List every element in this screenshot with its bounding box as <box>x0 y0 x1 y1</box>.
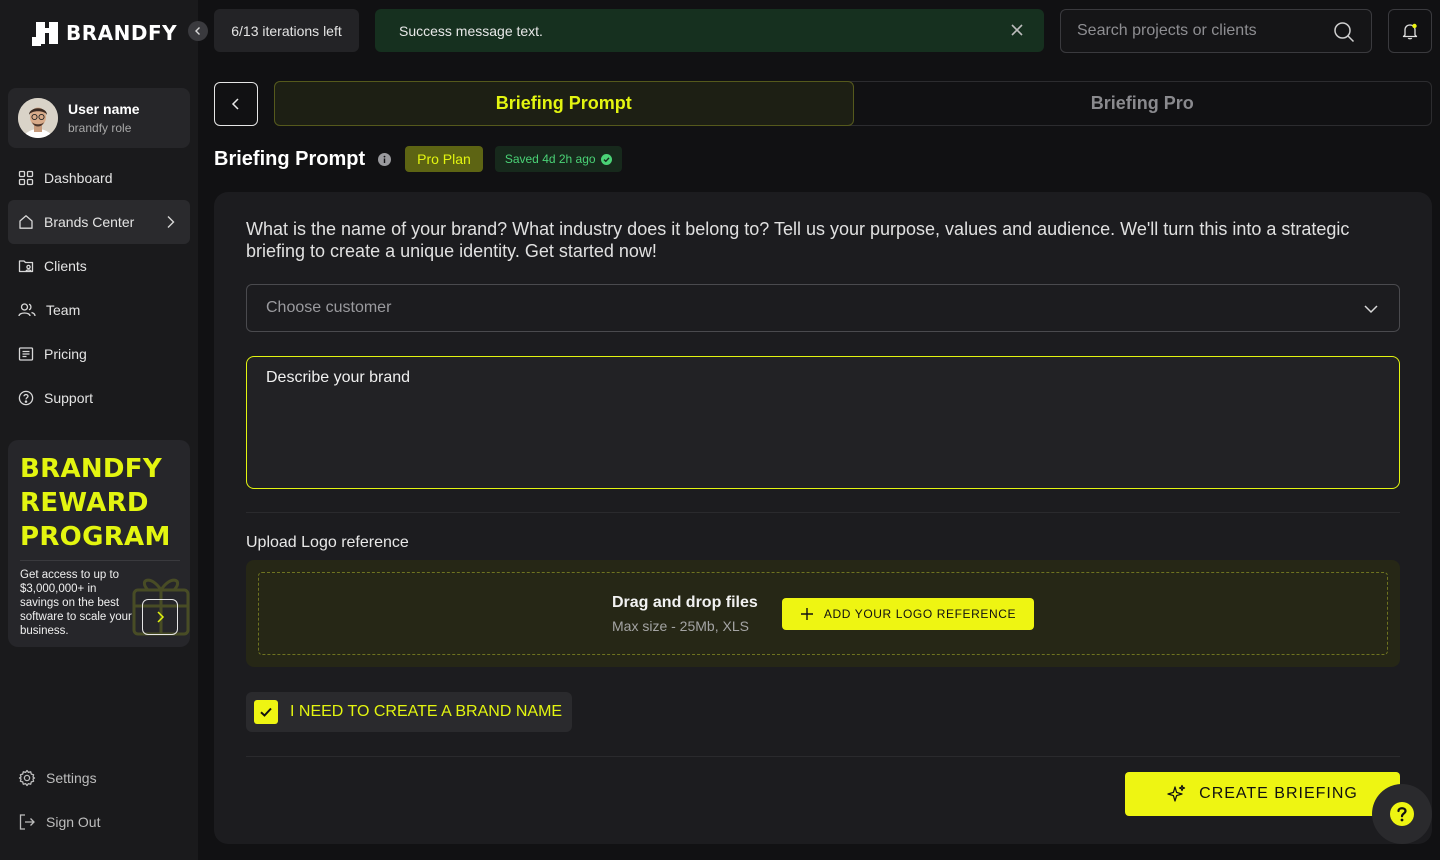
tab-briefing-pro[interactable]: Briefing Pro <box>854 82 1432 125</box>
logo-upload-dropzone[interactable]: Drag and drop files Max size - 25Mb, XLS… <box>246 560 1400 667</box>
toast-message: Success message text. <box>399 22 543 39</box>
dropzone-title: Drag and drop files <box>612 594 758 611</box>
sparkle-icon <box>1167 784 1186 802</box>
chevron-right-icon <box>157 611 165 623</box>
reward-title-line: REWARD <box>20 488 149 518</box>
info-icon[interactable] <box>378 152 392 166</box>
brand-logo[interactable]: BRANDFY <box>32 20 177 46</box>
add-logo-reference-button[interactable]: ADD YOUR LOGO REFERENCE <box>782 598 1034 630</box>
search-bar <box>1060 9 1372 53</box>
page-title: Briefing Prompt <box>214 147 366 170</box>
sidebar-item-label: Sign Out <box>46 814 101 830</box>
sidebar-bottom-nav: Settings Sign Out <box>8 756 190 844</box>
create-briefing-button[interactable]: CREATE BRIEFING <box>1125 772 1400 816</box>
sidebar-nav: Dashboard Brands Center Clients Team Pri… <box>8 156 190 420</box>
chevron-left-icon <box>195 27 200 35</box>
create-brand-name-checkbox[interactable] <box>254 700 278 724</box>
bell-icon <box>1402 23 1418 40</box>
check-circle-icon <box>600 153 612 165</box>
dropzone-text: Drag and drop files Max size - 25Mb, XLS <box>612 594 758 634</box>
checkmark-icon <box>260 707 272 717</box>
reward-program-card: BRANDFY REWARD PROGRAM Get access to up … <box>8 440 190 647</box>
iterations-counter: 6/13 iterations left <box>214 9 359 52</box>
sidebar: BRANDFY User name brandfy role Dashboard… <box>0 0 198 860</box>
dropzone-subtitle: Max size - 25Mb, XLS <box>612 618 749 634</box>
brand-description-placeholder: Describe your brand <box>266 369 411 386</box>
chevron-right-icon <box>167 216 175 228</box>
upload-label: Upload Logo reference <box>246 534 409 551</box>
sidebar-item-label: Team <box>46 302 81 318</box>
sidebar-item-settings[interactable]: Settings <box>8 756 190 800</box>
saved-status-text: Saved 4d 2h ago <box>504 152 596 166</box>
user-card[interactable]: User name brandfy role <box>8 88 190 148</box>
chevron-down-icon <box>1364 305 1378 314</box>
section-divider <box>246 512 1400 513</box>
help-icon <box>1390 802 1414 826</box>
chevron-left-icon <box>231 98 239 110</box>
sidebar-item-team[interactable]: Team <box>8 288 190 332</box>
success-toast: Success message text. <box>375 9 1044 52</box>
notifications-button[interactable] <box>1388 9 1432 53</box>
sign-out-icon <box>19 814 35 830</box>
briefing-intro-text: What is the name of your brand? What ind… <box>246 219 1350 261</box>
briefing-form-card: What is the name of your brand? What ind… <box>214 192 1432 844</box>
clients-folder-icon <box>18 260 34 273</box>
avatar <box>18 98 58 138</box>
pricing-icon <box>18 347 34 361</box>
customer-select[interactable]: Choose customer <box>246 284 1400 332</box>
create-brand-name-label: I NEED TO CREATE A BRAND NAME <box>290 703 563 720</box>
search-input[interactable] <box>1077 22 1327 40</box>
reward-title-line: PROGRAM <box>20 522 171 552</box>
add-logo-reference-label: ADD YOUR LOGO REFERENCE <box>823 607 1017 621</box>
customer-select-placeholder: Choose customer <box>266 299 392 316</box>
help-button[interactable] <box>1372 784 1432 844</box>
reward-title: BRANDFY REWARD PROGRAM <box>20 452 171 554</box>
back-button[interactable] <box>214 82 258 126</box>
section-divider <box>246 756 1400 757</box>
sidebar-item-label: Dashboard <box>44 170 113 186</box>
reward-open-button[interactable] <box>142 599 178 635</box>
sidebar-item-label: Clients <box>44 258 87 274</box>
sidebar-item-label: Pricing <box>44 346 87 362</box>
sidebar-item-label: Settings <box>46 770 97 786</box>
sidebar-item-sign-out[interactable]: Sign Out <box>8 800 190 844</box>
gear-icon <box>18 769 36 787</box>
sidebar-item-clients[interactable]: Clients <box>8 244 190 288</box>
sidebar-item-support[interactable]: Support <box>8 376 190 420</box>
team-icon <box>18 303 36 317</box>
sidebar-item-pricing[interactable]: Pricing <box>8 332 190 376</box>
brandfy-logo-icon <box>32 22 58 46</box>
reward-text: Get access to up to $3,000,000+ in savin… <box>20 569 132 637</box>
tab-briefing-prompt[interactable]: Briefing Prompt <box>274 81 854 126</box>
plan-badge: Pro Plan <box>405 146 483 172</box>
create-brand-name-option[interactable]: I NEED TO CREATE A BRAND NAME <box>246 692 572 732</box>
user-name: User name <box>68 101 140 117</box>
sidebar-item-label: Support <box>44 390 94 406</box>
page-header: Briefing Prompt Pro Plan Saved 4d 2h ago <box>214 146 622 172</box>
saved-status-badge: Saved 4d 2h ago <box>494 146 622 172</box>
close-icon[interactable] <box>1010 23 1024 37</box>
sidebar-item-brands-center[interactable]: Brands Center <box>8 200 190 244</box>
sidebar-item-label: Brands Center <box>44 214 135 230</box>
sidebar-collapse-button[interactable] <box>188 21 208 41</box>
support-icon <box>18 390 34 406</box>
briefing-tabs: Briefing Prompt Briefing Pro <box>274 81 1432 126</box>
logo-text: BRANDFY <box>66 21 178 45</box>
user-role: brandfy role <box>68 121 132 135</box>
create-briefing-label: CREATE BRIEFING <box>1199 785 1358 802</box>
search-icon[interactable] <box>1333 21 1355 43</box>
grid-icon <box>18 170 34 186</box>
plus-icon <box>800 608 813 620</box>
sidebar-item-dashboard[interactable]: Dashboard <box>8 156 190 200</box>
home-icon <box>19 215 33 229</box>
user-avatar-icon <box>18 98 58 138</box>
reward-title-line: BRANDFY <box>20 454 162 484</box>
brand-description-textarea[interactable]: Describe your brand <box>246 356 1400 489</box>
